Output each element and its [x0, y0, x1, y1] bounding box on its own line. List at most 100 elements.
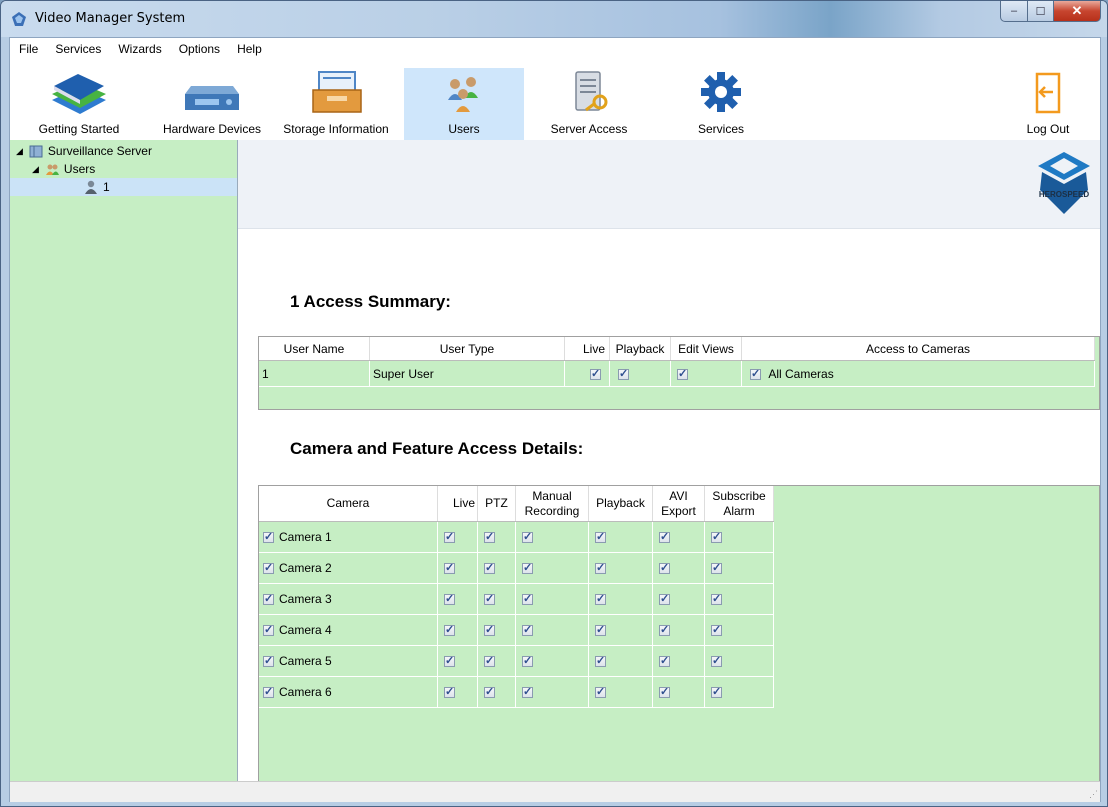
table-row[interactable]: Camera 2	[259, 552, 774, 584]
avi-export-cell	[652, 614, 705, 646]
close-button[interactable]: ✕	[1054, 1, 1101, 22]
menu-services[interactable]: Services	[46, 42, 109, 56]
col-avi-export[interactable]: AVI Export	[652, 486, 705, 522]
live-checkbox[interactable]	[444, 592, 455, 606]
col-user-type[interactable]: User Type	[369, 337, 565, 361]
menu-options[interactable]: Options	[170, 42, 228, 56]
minimize-button[interactable]: –	[1000, 1, 1028, 22]
playback-checkbox[interactable]	[595, 654, 606, 668]
camera-cell: Camera 1	[259, 521, 438, 553]
resize-grip-icon[interactable]: ⋰	[1089, 789, 1098, 800]
expand-arrow-icon[interactable]: ◢	[32, 164, 39, 175]
expand-arrow-icon[interactable]: ◢	[16, 146, 23, 157]
ptz-checkbox[interactable]	[484, 561, 495, 575]
avi-export-checkbox[interactable]	[659, 561, 670, 575]
menu-file[interactable]: File	[10, 42, 46, 56]
camera-checkbox[interactable]	[263, 623, 274, 637]
manual-recording-checkbox[interactable]	[522, 685, 533, 699]
col-live[interactable]: Live	[564, 337, 610, 361]
camera-checkbox[interactable]	[263, 530, 274, 544]
table-row[interactable]: Camera 6	[259, 676, 774, 708]
ptz-checkbox[interactable]	[484, 654, 495, 668]
playback-checkbox[interactable]	[595, 530, 606, 544]
manual-recording-checkbox[interactable]	[522, 623, 533, 637]
avi-export-checkbox[interactable]	[659, 623, 670, 637]
col-playback[interactable]: Playback	[609, 337, 671, 361]
users-group-icon	[448, 77, 478, 112]
log-out-button[interactable]: Log Out	[1006, 68, 1090, 140]
avi-export-checkbox[interactable]	[659, 654, 670, 668]
playback-checkbox[interactable]	[595, 561, 606, 575]
tree-item-user-1[interactable]: 1	[10, 178, 237, 196]
getting-started-button[interactable]: Getting Started	[30, 68, 128, 140]
ptz-checkbox[interactable]	[484, 685, 495, 699]
table-row[interactable]: 1 Super User All Cameras	[259, 360, 1095, 387]
col-edit-views[interactable]: Edit Views	[670, 337, 742, 361]
col-ptz[interactable]: PTZ	[477, 486, 516, 522]
server-access-button[interactable]: Server Access	[534, 68, 644, 140]
title-bar[interactable]: Video Manager System – ☐ ✕	[1, 1, 1107, 37]
live-cell	[437, 552, 478, 584]
camera-checkbox[interactable]	[263, 592, 274, 606]
logo-text: HEROSPEED	[1039, 190, 1089, 199]
storage-tray-icon	[312, 71, 362, 113]
all-cameras-checkbox[interactable]	[750, 367, 761, 380]
manual-recording-checkbox[interactable]	[522, 654, 533, 668]
subscribe-alarm-checkbox[interactable]	[711, 685, 722, 699]
avi-export-checkbox[interactable]	[659, 530, 670, 544]
ptz-cell	[477, 521, 516, 553]
menu-help[interactable]: Help	[228, 42, 270, 56]
table-row[interactable]: Camera 5	[259, 645, 774, 677]
manual-recording-checkbox[interactable]	[522, 592, 533, 606]
col-subscribe-alarm[interactable]: Subscribe Alarm	[704, 486, 774, 522]
gear-icon	[701, 72, 741, 112]
live-checkbox[interactable]	[444, 561, 455, 575]
live-checkbox[interactable]	[444, 623, 455, 637]
col-playback[interactable]: Playback	[588, 486, 653, 522]
col-user-name[interactable]: User Name	[259, 337, 370, 361]
ptz-checkbox[interactable]	[484, 592, 495, 606]
ptz-cell	[477, 645, 516, 677]
camera-checkbox[interactable]	[263, 561, 274, 575]
live-checkbox[interactable]	[590, 367, 601, 380]
subscribe-alarm-checkbox[interactable]	[711, 530, 722, 544]
edit-views-checkbox[interactable]	[677, 367, 688, 380]
col-live[interactable]: Live	[437, 486, 478, 522]
live-checkbox[interactable]	[444, 654, 455, 668]
playback-checkbox[interactable]	[618, 367, 629, 380]
playback-checkbox[interactable]	[595, 685, 606, 699]
avi-export-checkbox[interactable]	[659, 592, 670, 606]
ptz-checkbox[interactable]	[484, 623, 495, 637]
table-row[interactable]: Camera 4	[259, 614, 774, 646]
maximize-button[interactable]: ☐	[1028, 1, 1054, 22]
subscribe-alarm-checkbox[interactable]	[711, 654, 722, 668]
tree-item-users[interactable]: ◢ Users	[32, 160, 95, 178]
camera-checkbox[interactable]	[263, 685, 274, 699]
manual-recording-checkbox[interactable]	[522, 561, 533, 575]
playback-checkbox[interactable]	[595, 592, 606, 606]
subscribe-alarm-checkbox[interactable]	[711, 623, 722, 637]
storage-information-button[interactable]: Storage Information	[272, 68, 400, 140]
live-checkbox[interactable]	[444, 685, 455, 699]
users-button[interactable]: Users	[404, 68, 524, 140]
services-button[interactable]: Services	[666, 68, 776, 140]
camera-checkbox[interactable]	[263, 654, 274, 668]
app-window: Video Manager System – ☐ ✕ File Services…	[0, 0, 1108, 807]
menu-wizards[interactable]: Wizards	[109, 42, 169, 56]
manual-recording-cell	[515, 676, 589, 708]
manual-recording-cell	[515, 583, 589, 615]
col-manual-recording[interactable]: Manual Recording	[515, 486, 589, 522]
subscribe-alarm-checkbox[interactable]	[711, 561, 722, 575]
table-row[interactable]: Camera 1	[259, 521, 774, 553]
col-camera[interactable]: Camera	[259, 486, 438, 522]
manual-recording-checkbox[interactable]	[522, 530, 533, 544]
playback-checkbox[interactable]	[595, 623, 606, 637]
col-access-to-cameras[interactable]: Access to Cameras	[741, 337, 1095, 361]
ptz-checkbox[interactable]	[484, 530, 495, 544]
tree-item-server[interactable]: ◢ Surveillance Server	[16, 142, 152, 160]
live-checkbox[interactable]	[444, 530, 455, 544]
table-row[interactable]: Camera 3	[259, 583, 774, 615]
subscribe-alarm-checkbox[interactable]	[711, 592, 722, 606]
avi-export-checkbox[interactable]	[659, 685, 670, 699]
hardware-devices-button[interactable]: Hardware Devices	[156, 68, 268, 140]
